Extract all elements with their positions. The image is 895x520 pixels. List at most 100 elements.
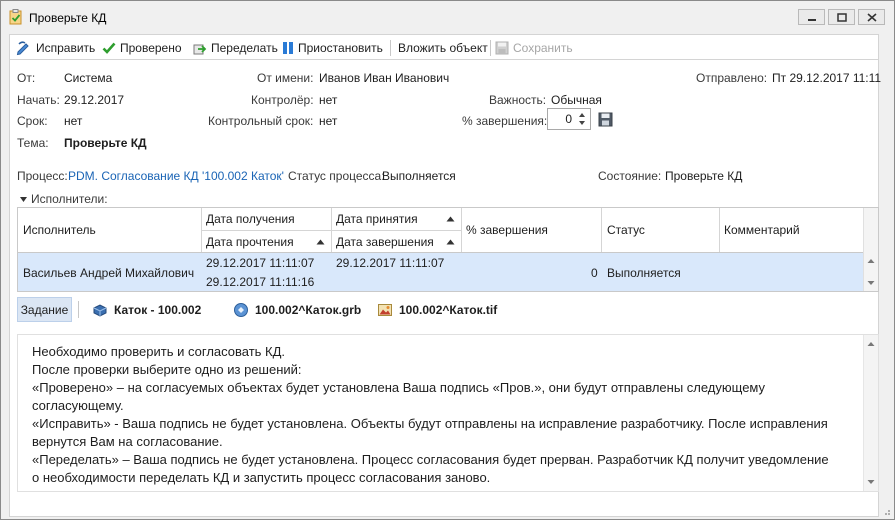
controller-value: нет [319, 93, 338, 107]
description-line: «Исправить» - Ваша подпись не будет уста… [32, 416, 828, 431]
maximize-icon [837, 13, 847, 22]
on-behalf-value: Иванов Иван Иванович [319, 71, 450, 85]
sort-up-icon [316, 239, 325, 245]
cell-status: Выполняется [607, 266, 681, 280]
image-file-icon [378, 303, 392, 316]
cell-accepted: 29.12.2017 11:11:07 [336, 256, 445, 270]
cell-completion: 0 [591, 266, 598, 280]
process-link[interactable]: PDM. Согласование КД '100.002 Каток' [68, 169, 284, 183]
sort-up-icon [446, 216, 455, 222]
due-label: Срок: [17, 114, 48, 128]
on-behalf-label: От имени: [257, 71, 314, 85]
minimize-button[interactable] [798, 9, 825, 25]
controller-label: Контролёр: [251, 93, 314, 107]
tab-file-grb[interactable]: 100.002^Каток.grb [233, 297, 361, 322]
importance-value: Обычная [551, 93, 602, 107]
subject-label: Тема: [17, 136, 49, 150]
col-divider [461, 208, 462, 252]
col-divider [201, 208, 202, 252]
header-accepted[interactable]: Дата принятия [336, 212, 418, 226]
table-scrollbar[interactable] [863, 208, 878, 291]
control-due-label: Контрольный срок: [208, 114, 314, 128]
header-comment[interactable]: Комментарий [724, 223, 800, 237]
minimize-icon [808, 19, 816, 21]
sent-label: Отправлено: [696, 71, 768, 85]
grb-file-icon [234, 302, 248, 317]
tab-file-tif[interactable]: 100.002^Каток.tif [377, 297, 497, 322]
stepper-arrows-icon[interactable] [576, 110, 588, 128]
tab-divider [78, 301, 79, 318]
executors-table: Исполнитель Дата получения Дата прочтени… [17, 207, 879, 292]
save-completion-icon[interactable] [598, 112, 613, 127]
description-line: вернутся Вам на согласование. [32, 434, 223, 449]
tab-object-katok[interactable]: Каток - 100.002 [92, 297, 201, 322]
header-status[interactable]: Статус [607, 223, 645, 237]
cell-executor: Васильев Андрей Михайлович [23, 266, 195, 280]
control-due-value: нет [319, 114, 338, 128]
checked-button[interactable]: Проверено [102, 39, 182, 57]
sent-value: Пт 29.12.2017 11:11 [772, 71, 882, 85]
redo-label: Переделать [211, 41, 278, 55]
description-scrollbar[interactable] [863, 335, 878, 491]
completion-label: % завершения: [462, 114, 548, 128]
header-received[interactable]: Дата получения [206, 212, 295, 226]
header-executor[interactable]: Исполнитель [23, 223, 96, 237]
checked-label: Проверено [120, 41, 182, 55]
tab-file-tif-label: 100.002^Каток.tif [399, 302, 498, 317]
completion-stepper[interactable]: 0 [547, 108, 591, 130]
redo-button[interactable]: Переделать [193, 39, 278, 57]
scroll-down-icon[interactable] [867, 280, 875, 286]
save-button[interactable]: Сохранить [495, 39, 573, 57]
window-title: Проверьте КД [29, 11, 107, 25]
importance-label: Важность: [489, 93, 547, 107]
process-label: Процесс: [17, 169, 68, 183]
state-label: Состояние: [598, 169, 662, 183]
header-finished[interactable]: Дата завершения [336, 235, 434, 249]
maximize-button[interactable] [828, 9, 855, 25]
start-value: 29.12.2017 [64, 93, 125, 107]
scroll-up-icon[interactable] [867, 258, 875, 264]
state-value: Проверьте КД [665, 169, 743, 183]
description-line: Необходимо проверить и согласовать КД. [32, 344, 286, 359]
task-description[interactable]: Необходимо проверить и согласовать КД. П… [17, 334, 879, 492]
tab-task[interactable]: Задание [17, 297, 72, 322]
completion-value: 0 [565, 112, 572, 126]
task-window: Проверьте КД Исправить Проверено Передел… [0, 0, 895, 520]
sort-up-icon [446, 239, 455, 245]
fix-label: Исправить [36, 41, 96, 55]
executors-section-label: Исполнители: [31, 192, 108, 206]
header-read[interactable]: Дата прочтения [206, 235, 294, 249]
header-completion[interactable]: % завершения [466, 223, 548, 237]
subject-value: Проверьте КД [64, 136, 147, 150]
start-label: Начать: [17, 93, 60, 107]
table-row[interactable]: Васильев Андрей Михайлович 29.12.2017 11… [18, 253, 864, 291]
col-divider [719, 208, 720, 252]
tab-object-katok-label: Каток - 100.002 [114, 302, 202, 317]
suspend-button[interactable]: Приостановить [282, 39, 383, 57]
scroll-down-icon[interactable] [867, 479, 875, 485]
attach-object-label: Вложить объект [398, 41, 488, 55]
description-line: о необходимости переделать КД и запустит… [32, 470, 491, 485]
from-label: От: [17, 71, 36, 85]
pause-icon [283, 42, 293, 54]
cell-read: 29.12.2017 11:11:16 [206, 275, 315, 289]
description-line: После проверки выберите одно из решений: [32, 362, 302, 377]
redo-arrow-icon [193, 44, 207, 55]
description-line: согласующему. [32, 398, 124, 413]
floppy-save-icon [495, 41, 509, 55]
description-line: «Переделать» – Ваша подпись не будет уст… [32, 452, 829, 467]
save-label: Сохранить [513, 41, 573, 55]
executors-toggle[interactable]: Исполнители: [19, 192, 108, 206]
suspend-label: Приостановить [298, 41, 383, 55]
checkmark-icon [102, 42, 116, 54]
attach-object-button[interactable]: Вложить объект [398, 39, 488, 57]
toolbar: Исправить Проверено Переделать Приостано… [9, 34, 879, 60]
collapse-triangle-icon [20, 196, 27, 202]
close-button[interactable] [858, 9, 885, 25]
resize-grip-icon[interactable] [881, 506, 891, 516]
process-status-label: Статус процесса: [288, 169, 385, 183]
toolbar-divider [390, 40, 391, 56]
attachment-tabs: Задание Каток - 100.002 100.002^Каток.gr… [17, 297, 879, 323]
scroll-up-icon[interactable] [867, 341, 875, 347]
fix-button[interactable]: Исправить [16, 39, 95, 57]
